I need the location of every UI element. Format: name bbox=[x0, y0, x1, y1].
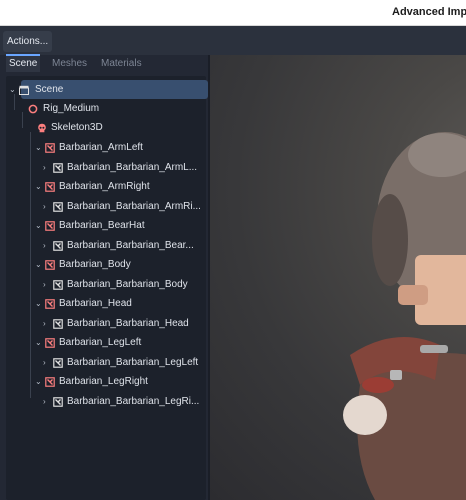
tree-label-mesh[interactable]: Barbarian_Barbarian_LegLeft bbox=[67, 357, 198, 369]
clapperboard-icon bbox=[19, 85, 29, 95]
mesh-instance-icon bbox=[45, 299, 55, 309]
tree-label-mesh-instance[interactable]: Barbarian_LegLeft bbox=[59, 337, 141, 349]
skeleton-icon bbox=[38, 123, 46, 133]
tree-label-mesh[interactable]: Barbarian_Barbarian_Body bbox=[67, 279, 188, 291]
3d-viewport[interactable] bbox=[210, 55, 466, 500]
chevron-down-icon[interactable]: ⌄ bbox=[9, 86, 16, 94]
tree-label-mesh-instance[interactable]: Barbarian_ArmLeft bbox=[59, 142, 143, 154]
mesh-instance-icon bbox=[45, 182, 55, 192]
tree-label-mesh[interactable]: Barbarian_Barbarian_Head bbox=[67, 318, 189, 330]
tree-label-scene[interactable]: Scene bbox=[35, 84, 63, 96]
chevron-right-icon[interactable]: › bbox=[43, 398, 50, 406]
mesh-instance-icon bbox=[45, 338, 55, 348]
mesh-instance-icon bbox=[45, 143, 55, 153]
tree-label-mesh-instance[interactable]: Barbarian_LegRight bbox=[59, 376, 148, 388]
node3d-circle-icon bbox=[28, 104, 38, 114]
mesh-icon bbox=[53, 241, 63, 251]
mesh-icon bbox=[53, 397, 63, 407]
tree-label-mesh[interactable]: Barbarian_Barbarian_Bear... bbox=[67, 240, 194, 252]
panel-divider[interactable] bbox=[208, 55, 210, 500]
chevron-right-icon[interactable]: › bbox=[43, 359, 50, 367]
mesh-instance-icon bbox=[45, 377, 55, 387]
title-bar: Advanced Impo bbox=[0, 0, 466, 26]
tree-label-skeleton3d[interactable]: Skeleton3D bbox=[51, 122, 103, 134]
chevron-down-icon[interactable]: ⌄ bbox=[35, 183, 42, 191]
tree-guide bbox=[30, 132, 31, 398]
chevron-right-icon[interactable]: › bbox=[43, 164, 50, 172]
mesh-instance-icon bbox=[45, 260, 55, 270]
tab-materials[interactable]: Materials bbox=[98, 56, 145, 72]
chevron-down-icon[interactable]: ⌄ bbox=[35, 300, 42, 308]
tree-label-mesh-instance[interactable]: Barbarian_Head bbox=[59, 298, 132, 310]
tree-label-mesh[interactable]: Barbarian_Barbarian_LegRi... bbox=[67, 396, 199, 408]
mesh-icon bbox=[53, 202, 63, 212]
window-title: Advanced Impo bbox=[392, 6, 466, 18]
chevron-down-icon[interactable]: ⌄ bbox=[35, 261, 42, 269]
tree-label-mesh-instance[interactable]: Barbarian_BearHat bbox=[59, 220, 145, 232]
chevron-down-icon[interactable]: ⌄ bbox=[35, 339, 42, 347]
tree-guide bbox=[22, 112, 23, 128]
tree-label-mesh[interactable]: Barbarian_Barbarian_ArmRi... bbox=[67, 201, 201, 213]
toolbar bbox=[0, 26, 466, 55]
chevron-right-icon[interactable]: › bbox=[43, 281, 50, 289]
character-preview bbox=[343, 132, 466, 500]
tree-label-mesh-instance[interactable]: Barbarian_Body bbox=[59, 259, 131, 271]
mesh-instance-icon bbox=[45, 221, 55, 231]
tree-guide bbox=[14, 94, 15, 110]
tree-label-mesh-instance[interactable]: Barbarian_ArmRight bbox=[59, 181, 150, 193]
mesh-icon bbox=[53, 358, 63, 368]
mesh-icon bbox=[53, 163, 63, 173]
tree-label-mesh[interactable]: Barbarian_Barbarian_ArmL... bbox=[67, 162, 197, 174]
mesh-icon bbox=[53, 319, 63, 329]
chevron-right-icon[interactable]: › bbox=[43, 320, 50, 328]
chevron-down-icon[interactable]: ⌄ bbox=[35, 378, 42, 386]
chevron-right-icon[interactable]: › bbox=[43, 242, 50, 250]
chevron-down-icon[interactable]: ⌄ bbox=[35, 222, 42, 230]
actions-menu-button[interactable]: Actions... bbox=[3, 31, 53, 52]
scene-tree[interactable]: ⌄ Scene Rig_Medium Skeleton3D ⌄ Barbarian… bbox=[6, 76, 208, 500]
fist-shape bbox=[343, 395, 387, 435]
chevron-right-icon[interactable]: › bbox=[43, 203, 50, 211]
chevron-down-icon[interactable]: ⌄ bbox=[35, 144, 42, 152]
tab-scene[interactable]: Scene bbox=[6, 54, 41, 72]
tree-label-rig-medium[interactable]: Rig_Medium bbox=[43, 103, 99, 115]
mesh-icon bbox=[53, 280, 63, 290]
tab-meshes[interactable]: Meshes bbox=[49, 56, 90, 72]
